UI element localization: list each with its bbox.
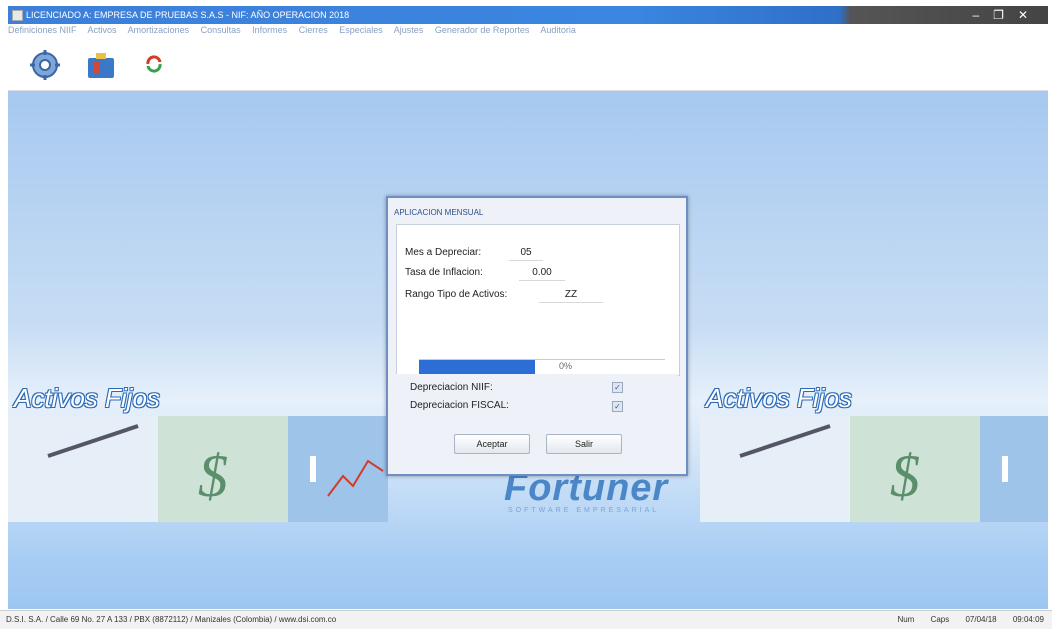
menu-definiciones[interactable]: Definiciones NIIF xyxy=(8,25,77,35)
app-icon[interactable] xyxy=(12,10,23,21)
status-bar: D.S.I. S.A. / Calle 69 No. 27 A 133 / PB… xyxy=(0,610,1052,629)
aceptar-button[interactable]: Aceptar xyxy=(454,434,530,454)
toolbar xyxy=(8,40,1048,91)
window-title: LICENCIADO A: EMPRESA DE PRUEBAS S.A.S -… xyxy=(26,10,350,20)
minimize-icon[interactable]: – xyxy=(972,8,993,22)
menu-bar: Definiciones NIIF Activos Amortizaciones… xyxy=(8,25,1048,39)
banner-image-right: $ xyxy=(700,416,1048,522)
window-controls: –❐✕ xyxy=(972,6,1042,24)
menu-generador-reportes[interactable]: Generador de Reportes xyxy=(435,25,530,35)
dep-niif-label: Depreciacion NIIF: xyxy=(410,382,493,393)
progress-text: 0% xyxy=(559,361,573,371)
menu-auditoria[interactable]: Auditoria xyxy=(540,25,576,35)
menu-consultas[interactable]: Consultas xyxy=(201,25,241,35)
title-bar: LICENCIADO A: EMPRESA DE PRUEBAS S.A.S -… xyxy=(8,6,1048,24)
status-date: 07/04/18 xyxy=(965,615,997,624)
progress-fill xyxy=(419,360,535,374)
dep-fiscal-checkbox[interactable]: ✓ xyxy=(612,401,623,412)
options-panel: Depreciacion NIIF: ✓ Depreciacion FISCAL… xyxy=(396,374,678,464)
briefcase-icon[interactable] xyxy=(84,48,118,82)
dialog-title: APLICACION MENSUAL xyxy=(394,208,484,217)
status-company: D.S.I. S.A. / Calle 69 No. 27 A 133 / PB… xyxy=(6,615,337,624)
salir-button[interactable]: Salir xyxy=(546,434,622,454)
aplicacion-mensual-dialog: APLICACION MENSUAL Mes a Depreciar: 05 T… xyxy=(386,196,688,476)
parameters-panel: Mes a Depreciar: 05 Tasa de Inflacion: 0… xyxy=(396,224,680,376)
menu-ajustes[interactable]: Ajustes xyxy=(394,25,424,35)
svg-text:$: $ xyxy=(890,443,920,509)
gear-icon[interactable] xyxy=(28,48,62,82)
svg-text:$: $ xyxy=(198,443,228,509)
dep-fiscal-label: Depreciacion FISCAL: xyxy=(410,400,509,411)
close-icon[interactable]: ✕ xyxy=(1018,8,1042,22)
mes-label: Mes a Depreciar: xyxy=(405,247,482,258)
status-indicators: Num Caps 07/04/18 09:04:09 xyxy=(883,611,1044,629)
tasa-input[interactable]: 0.00 xyxy=(519,265,565,281)
tasa-label: Tasa de Inflacion: xyxy=(405,267,483,278)
brand-title-left: Activos Fijos xyxy=(14,383,160,413)
menu-amortizaciones[interactable]: Amortizaciones xyxy=(128,25,190,35)
brand-title-right: Activos Fijos xyxy=(706,383,852,413)
status-caps: Caps xyxy=(930,615,950,624)
menu-especiales[interactable]: Especiales xyxy=(339,25,383,35)
banner-image-left: $ xyxy=(8,416,388,522)
mes-input[interactable]: 05 xyxy=(509,245,543,261)
menu-informes[interactable]: Informes xyxy=(252,25,287,35)
menu-activos[interactable]: Activos xyxy=(88,25,117,35)
dep-niif-checkbox[interactable]: ✓ xyxy=(612,382,623,393)
fortuner-logo-subtitle: SOFTWARE EMPRESARIAL xyxy=(508,507,660,514)
refresh-icon[interactable] xyxy=(144,54,164,74)
maximize-icon[interactable]: ❐ xyxy=(993,8,1018,22)
progress-bar: 0% xyxy=(419,359,665,374)
status-time: 09:04:09 xyxy=(1012,615,1044,624)
rango-input[interactable]: ZZ xyxy=(539,287,603,303)
status-num: Num xyxy=(897,615,915,624)
menu-cierres[interactable]: Cierres xyxy=(299,25,328,35)
rango-label: Rango Tipo de Activos: xyxy=(405,289,508,300)
